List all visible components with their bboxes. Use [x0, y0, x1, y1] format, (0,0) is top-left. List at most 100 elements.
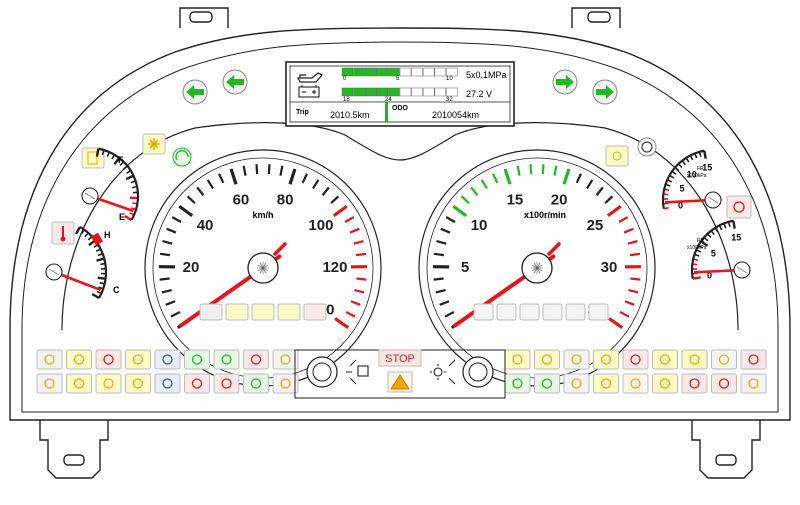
dial-label: 10 — [471, 217, 488, 234]
dial-lamp — [497, 304, 516, 320]
dial-tick — [313, 180, 318, 188]
gauge-label: 5 — [711, 249, 716, 259]
dial-label: 5 — [461, 259, 469, 276]
lamp-cab-tilt — [143, 134, 165, 154]
air-front-unit: x100kPa — [687, 173, 707, 179]
dial-lamp — [226, 304, 248, 320]
indicator-lamp — [67, 374, 92, 393]
dial-label: 30 — [601, 259, 618, 276]
bar-segment — [400, 68, 411, 76]
dial-label: 100 — [308, 217, 333, 234]
indicator-lamp — [564, 350, 589, 369]
dial-tick — [630, 279, 640, 280]
indicator-lamp — [623, 350, 648, 369]
tachometer-ticks: 05101520253035 — [433, 164, 641, 327]
dial-tick — [518, 166, 520, 176]
dial-tick — [462, 196, 469, 203]
dial-tick — [219, 174, 223, 183]
lcd-display: 0 5 10 5x0.1MPa 18 24 32 27.2 V Trip 201… — [286, 62, 514, 126]
bar-segment — [354, 88, 365, 96]
bar-segment — [365, 68, 376, 76]
odo-label: ODO — [392, 105, 409, 112]
bar-segment — [342, 68, 353, 76]
bar-segment — [423, 88, 434, 96]
indicator-lamp — [594, 374, 619, 393]
dial-label: 15 — [507, 191, 524, 208]
trip-reset-icon — [346, 360, 368, 384]
gauge-tick — [76, 227, 80, 234]
speedometer-ticks: 020406080100120140 — [159, 164, 367, 327]
turn-signal-right-inner — [553, 70, 577, 94]
indicator-lamp — [67, 350, 92, 369]
dial-lamp — [304, 304, 326, 320]
dial-lamp — [520, 304, 539, 320]
dial-tick — [434, 279, 444, 280]
gauge-tick — [733, 221, 734, 229]
mount-slot-bottom-left — [64, 455, 84, 465]
speedometer-unit: km/h — [252, 210, 273, 220]
indicator-lamp — [594, 350, 619, 369]
temperature-gauge: H C — [46, 222, 120, 298]
indicator-lamp — [682, 350, 707, 369]
indicator-lamp — [653, 374, 678, 393]
indicator-lamp — [96, 374, 121, 393]
dial-tick — [453, 206, 466, 216]
dial-tick — [437, 241, 447, 244]
mount-tab-top-left — [180, 8, 228, 28]
dial-tick — [564, 169, 569, 184]
dial-lamp — [543, 304, 562, 320]
right-adjust-knob[interactable] — [463, 357, 493, 387]
lamp-brake-pad — [638, 138, 656, 156]
mount-slot-top-right — [588, 12, 610, 22]
indicator-lamp — [244, 374, 269, 393]
needle-tail — [275, 244, 285, 254]
temp-hot-label: H — [104, 230, 111, 240]
dial-tick — [160, 254, 170, 255]
dial-tick — [354, 241, 364, 244]
dial-tick — [543, 164, 544, 174]
indicator-lamp — [623, 374, 648, 393]
trip-value: 2010.5km — [330, 110, 370, 120]
dial-tick — [335, 318, 348, 327]
dial-tick — [172, 217, 181, 222]
dial-tick — [471, 188, 477, 196]
lamp-warning — [388, 372, 412, 392]
dial-tick — [167, 229, 176, 233]
dial-label: 60 — [233, 191, 250, 208]
dial-tick — [269, 164, 270, 174]
indicator-lamp — [155, 374, 180, 393]
battery-scale-max: 32 — [446, 97, 453, 103]
dial-tick — [208, 180, 213, 188]
bar-segment — [377, 88, 388, 96]
turn-signal-left-inner — [223, 70, 247, 94]
gauge-tick — [97, 259, 105, 261]
lamp-bank-left — [37, 350, 298, 393]
left-adjust-knob[interactable] — [307, 357, 337, 387]
gauge-tick — [126, 176, 133, 179]
trip-label: Trip — [296, 109, 309, 116]
indicator-lamp — [214, 350, 239, 369]
gauge-label: 15 — [702, 163, 712, 173]
dial-label: 20 — [183, 259, 200, 276]
air-front-tag: FR — [697, 166, 704, 172]
instrument-cluster: 0 5 10 5x0.1MPa 18 24 32 27.2 V Trip 201… — [0, 0, 800, 500]
dial-tick — [179, 206, 192, 216]
dial-tick — [290, 169, 295, 184]
dial-tick — [554, 166, 556, 176]
dial-tick — [334, 206, 347, 216]
dial-tick — [163, 241, 173, 244]
dial-tick — [188, 196, 195, 203]
mount-slot-bottom-right — [716, 455, 736, 465]
dimmer-icon — [430, 360, 455, 384]
gauge-tick — [704, 151, 705, 159]
dial-tick — [446, 217, 455, 222]
indicator-lamp — [185, 374, 210, 393]
dial-tick — [356, 254, 366, 255]
dial-tick — [597, 188, 603, 196]
bar-segment — [365, 88, 376, 96]
indicator-lamp — [505, 350, 530, 369]
dial-tick — [351, 301, 360, 305]
dial-tick — [493, 174, 497, 183]
indicator-lamp — [126, 374, 151, 393]
gauge-label: 5 — [679, 184, 684, 194]
